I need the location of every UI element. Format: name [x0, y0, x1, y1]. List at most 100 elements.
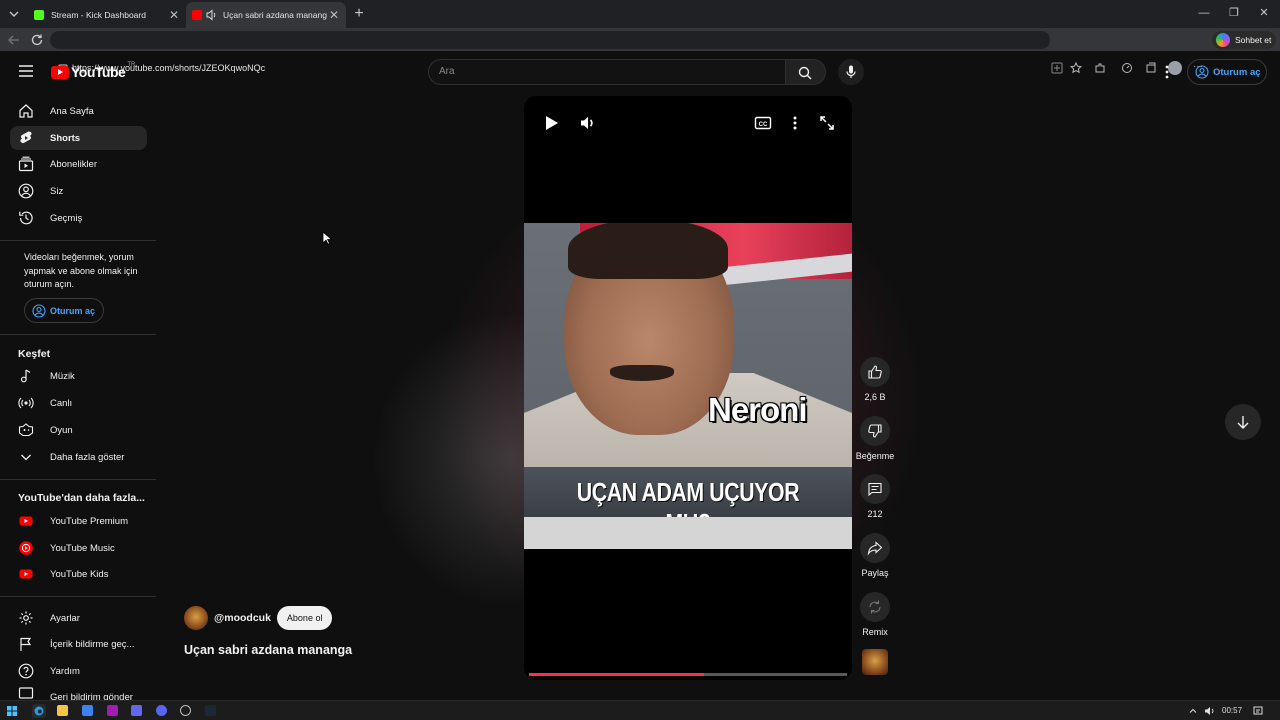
remix-label: Remix [862, 627, 888, 637]
sidebar-item-label: Ayarlar [50, 612, 80, 624]
sidebar-item-you[interactable]: Siz [10, 179, 147, 203]
subscriptions-icon [18, 156, 34, 172]
reload-icon[interactable] [29, 32, 45, 48]
speaker-icon[interactable] [206, 9, 218, 21]
window-close-icon[interactable]: ✕ [1254, 4, 1274, 22]
tab-youtube-short[interactable]: Uçan sabri azdana mananga ✕ [186, 2, 346, 28]
tab-actions-menu-icon[interactable] [4, 4, 24, 24]
shorts-player[interactable]: Neroni UÇAN ADAM UÇUYOR MU? [524, 96, 852, 680]
home-icon [19, 104, 33, 118]
app-available-icon[interactable] [1051, 62, 1063, 74]
minimize-icon[interactable]: — [1194, 4, 1214, 22]
media-app-icon[interactable] [107, 705, 118, 716]
speaker-volume-icon[interactable] [1204, 706, 1216, 716]
vscode-icon[interactable] [131, 705, 142, 716]
sidebar-signin-label: Oturum aç [50, 305, 96, 316]
share-icon [867, 541, 883, 556]
share-action[interactable]: Paylaş [855, 533, 895, 578]
settings-menu-icon[interactable] [1160, 64, 1174, 80]
share-label: Paylaş [861, 568, 889, 578]
channel-info: @moodcuk Abone ol [184, 606, 333, 630]
remix-button[interactable] [860, 592, 890, 622]
steam-icon[interactable] [205, 705, 216, 716]
sidebar-item-feedback[interactable]: Geri bildirim gönder [10, 686, 147, 700]
sidebar-item-settings[interactable]: Ayarlar [10, 606, 147, 630]
sidebar-item-help[interactable]: Yardım [10, 659, 147, 683]
fullscreen-button[interactable] [817, 113, 837, 133]
clock-app-icon[interactable] [180, 705, 191, 716]
browser-tab-bar: Stream - Kick Dashboard ✕ Uçan sabri azd… [0, 0, 1280, 28]
sidebar-item-label: İçerik bildirme geç... [50, 638, 135, 650]
dislike-action[interactable]: Beğenme [855, 416, 895, 461]
sidebar-item-label: Ana Sayfa [50, 105, 94, 117]
captions-button[interactable]: CC [753, 113, 773, 133]
sidebar-item-subscriptions[interactable]: Abonelikler [10, 152, 147, 176]
remix-action[interactable]: Remix [855, 592, 895, 637]
video-progress-bar[interactable] [529, 673, 847, 676]
history-icon [19, 211, 33, 225]
back-icon[interactable] [6, 32, 22, 48]
favorite-star-icon[interactable] [1070, 62, 1082, 74]
copilot-label: Sohbet et [1235, 35, 1272, 45]
sidebar-item-home[interactable]: Ana Sayfa [10, 99, 147, 123]
collections-icon[interactable] [1145, 62, 1157, 74]
sidebar-item-youtube-kids[interactable]: YouTube Kids [10, 562, 147, 586]
comments-button[interactable] [860, 474, 890, 504]
short-title[interactable]: Uçan sabri azdana mananga [184, 643, 352, 657]
sidebar-signin-button[interactable]: Oturum aç [24, 298, 104, 323]
comments-action[interactable]: 212 [855, 474, 895, 519]
volume-icon [581, 117, 593, 129]
player-more-options[interactable] [785, 113, 805, 133]
volume-button[interactable] [578, 113, 598, 133]
performance-icon[interactable] [1121, 62, 1133, 74]
channel-thumbnail[interactable] [862, 649, 888, 675]
tab-kick-dashboard[interactable]: Stream - Kick Dashboard ✕ [28, 2, 186, 28]
windows-start-icon[interactable] [7, 706, 17, 716]
sidebar-item-youtube-premium[interactable]: YouTube Premium [10, 509, 147, 533]
url-field[interactable] [50, 31, 1050, 49]
share-button[interactable] [860, 533, 890, 563]
sidebar-divider [0, 334, 156, 335]
extensions-icon[interactable] [1094, 62, 1106, 74]
dislike-button[interactable] [860, 416, 890, 446]
sidebar-item-history[interactable]: Geçmiş [10, 206, 147, 230]
like-action[interactable]: 2,6 B [855, 357, 895, 402]
sidebar-divider [0, 479, 156, 480]
channel-handle[interactable]: @moodcuk [214, 612, 271, 624]
header-signin-button[interactable]: Oturum aç [1187, 59, 1267, 85]
like-button[interactable] [860, 357, 890, 387]
mail-app-icon[interactable] [82, 705, 93, 716]
subscribe-button[interactable]: Abone ol [276, 606, 333, 630]
edge-taskbar-icon[interactable] [32, 704, 46, 718]
sidebar-item-shorts[interactable]: Shorts [10, 126, 147, 150]
search-icon [798, 66, 812, 80]
youtube-music-icon [19, 541, 33, 555]
voice-search-button[interactable] [838, 59, 864, 85]
sidebar-show-more[interactable]: Daha fazla göster [10, 445, 147, 469]
close-tab-icon[interactable]: ✕ [167, 8, 181, 22]
sidebar-item-music[interactable]: Müzik [10, 364, 147, 388]
search-input[interactable] [428, 59, 786, 85]
close-tab-icon[interactable]: ✕ [327, 8, 341, 22]
notification-icon[interactable] [1253, 706, 1263, 716]
show-hidden-icons-icon[interactable] [1189, 707, 1197, 715]
svg-text:CC: CC [759, 122, 768, 128]
sidebar-item-live[interactable]: Canlı [10, 391, 147, 415]
file-explorer-icon[interactable] [57, 705, 68, 716]
youtube-logo[interactable]: YouTube TR [51, 62, 135, 80]
gear-icon [19, 611, 33, 625]
channel-avatar[interactable] [184, 606, 208, 630]
discord-icon[interactable] [156, 705, 167, 716]
copilot-chat-button[interactable]: Sohbet et [1212, 31, 1276, 49]
menu-icon[interactable] [18, 64, 34, 78]
search-button[interactable] [786, 59, 826, 85]
sidebar-item-report-history[interactable]: İçerik bildirme geç... [10, 632, 147, 656]
new-tab-icon[interactable]: + [350, 5, 368, 23]
explore-heading: Keşfet [18, 348, 51, 360]
play-button[interactable] [541, 113, 561, 133]
sidebar-item-gaming[interactable]: Oyun [10, 418, 147, 442]
restore-icon[interactable]: ❐ [1224, 4, 1244, 22]
feedback-icon [18, 687, 34, 699]
next-short-button[interactable] [1225, 404, 1261, 440]
sidebar-item-youtube-music[interactable]: YouTube Music [10, 536, 147, 560]
